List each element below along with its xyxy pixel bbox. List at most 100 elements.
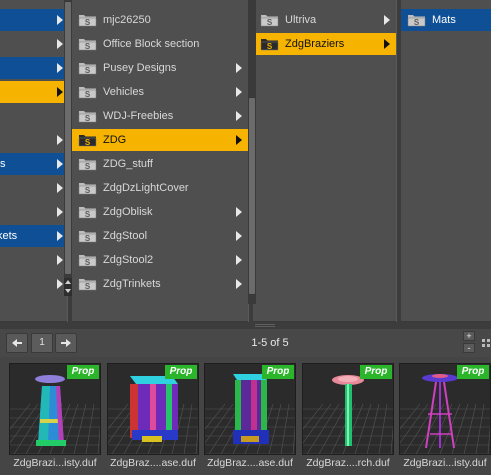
folder-column-2: Smjc26250 S Office Block section S Pusey Des… [72,0,248,322]
folder-label: ZDG_stuff [103,158,153,170]
folder-column-4: S Mats [401,0,491,322]
thumbnail-preview-image: Prop [399,363,491,455]
svg-text:S: S [267,42,273,51]
folder-browser: tskets Smjc26250SOffice Block sectionSPu… [0,0,491,322]
expand-arrow-icon [57,279,63,289]
folder-item[interactable] [0,201,67,223]
next-page-button[interactable] [55,333,77,353]
scrollbar-thumb[interactable] [65,2,71,274]
folder-icon: S [260,37,279,51]
asset-thumbnail[interactable]: Prop ZdgBraz....rch.duf [302,363,394,469]
prop-badge: Prop [67,365,99,379]
folder-item[interactable] [0,129,67,151]
panel-splitter[interactable] [0,322,491,329]
expand-arrow-icon [57,207,63,217]
folder-item[interactable]: S Office Block section [72,33,248,55]
folder-item[interactable] [0,273,67,295]
thumbnail-filename: ZdgBraz....ase.duf [110,457,196,469]
folder-item[interactable]: S ZdgStool [72,225,248,247]
folder-label: kets [0,230,18,242]
folder-icon: S [78,13,97,27]
folder-item[interactable]: S ZdgBraziers [254,33,396,55]
folder-item[interactable]: Smjc26250 [72,9,248,31]
svg-text:S: S [85,138,91,147]
expand-arrow-icon [384,39,390,49]
expand-arrow-icon [236,135,242,145]
folder-item[interactable]: S ZdgDzLightCover [72,177,248,199]
expand-arrow-icon [236,111,242,121]
folder-label: ZdgDzLightCover [103,182,189,194]
zoom-in-button[interactable]: + [463,331,475,341]
folder-item[interactable] [0,105,67,127]
scroll-up-button[interactable] [64,278,72,287]
folder-item[interactable]: S WDJ-Freebies [72,105,248,127]
folder-item[interactable]: kets [0,225,67,247]
folder-icon: S [78,253,97,267]
folder-label: Pusey Designs [103,62,177,74]
asset-thumbnail[interactable]: Prop ZdgBrazi...isty.duf [399,363,491,469]
page-number-field[interactable]: 1 [31,333,53,353]
folder-icon: S [407,13,426,27]
folder-item[interactable]: S Ultriva [254,9,396,31]
scrollbar-column-2[interactable] [248,0,256,304]
folder-label: ZdgStool [103,230,148,242]
svg-text:S: S [85,90,91,99]
thumbnail-preview-image: Prop [107,363,199,455]
folder-item[interactable]: S ZDG [72,129,248,151]
folder-item[interactable]: S Mats [401,9,491,31]
folder-item[interactable]: S Vehicles [72,81,248,103]
folder-label: ZdgStool2 [103,254,154,266]
folder-icon: S [78,85,97,99]
asset-thumbnail[interactable]: Prop ZdgBrazi...isty.duf [9,363,101,469]
prop-badge: Prop [360,365,392,379]
folder-item[interactable]: S Pusey Designs [72,57,248,79]
expand-arrow-icon [57,231,63,241]
zoom-out-button[interactable]: - [463,343,475,353]
svg-text:S: S [85,258,91,267]
asset-thumbnail[interactable]: Prop ZdgBraz....ase.duf [204,363,296,469]
scrollbar-thumb[interactable] [249,98,255,294]
grid-view-icon[interactable] [481,338,491,348]
expand-arrow-icon [57,255,63,265]
svg-text:S: S [85,162,91,171]
folder-item[interactable]: S ZdgStool2 [72,249,248,271]
svg-text:S: S [85,234,91,243]
expand-arrow-icon [57,183,63,193]
folder-item[interactable] [0,177,67,199]
folder-icon: S [78,181,97,195]
asset-thumbnail[interactable]: Prop ZdgBraz....ase.duf [107,363,199,469]
expand-arrow-icon [384,15,390,25]
svg-text:S: S [85,186,91,195]
thumbnail-filename: ZdgBraz....ase.duf [207,457,293,469]
folder-label: ZdgBraziers [285,38,345,50]
folder-item[interactable] [0,9,67,31]
svg-text:S: S [85,210,91,219]
folder-item[interactable] [0,33,67,55]
svg-text:S: S [85,114,91,123]
scrollbar-column-1[interactable] [64,0,72,296]
folder-icon: S [78,277,97,291]
folder-item[interactable]: S ZdgTrinkets [72,273,248,295]
previous-page-button[interactable] [6,333,28,353]
folder-item[interactable] [0,81,67,103]
folder-item[interactable]: S ZdgOblisk [72,201,248,223]
folder-item[interactable] [0,249,67,271]
folder-label: WDJ-Freebies [103,110,174,122]
folder-label: ts [0,158,6,170]
folder-icon: S [78,133,97,147]
prop-badge: Prop [457,365,489,379]
folder-label: Office Block section [103,38,200,50]
folder-label: Mats [432,14,456,26]
thumbnail-filename: ZdgBraz....rch.duf [306,457,390,469]
folder-item[interactable]: ts [0,153,67,175]
folder-item[interactable] [0,57,67,79]
svg-text:S: S [267,18,273,27]
folder-label: ZdgOblisk [103,206,153,218]
thumbnail-preview-image: Prop [9,363,101,455]
thumbnail-filename: ZdgBrazi...isty.duf [13,457,97,469]
folder-item[interactable]: S ZDG_stuff [72,153,248,175]
expand-arrow-icon [57,63,63,73]
expand-arrow-icon [57,159,63,169]
folder-icon: S [78,229,97,243]
scroll-down-button[interactable] [64,287,72,296]
